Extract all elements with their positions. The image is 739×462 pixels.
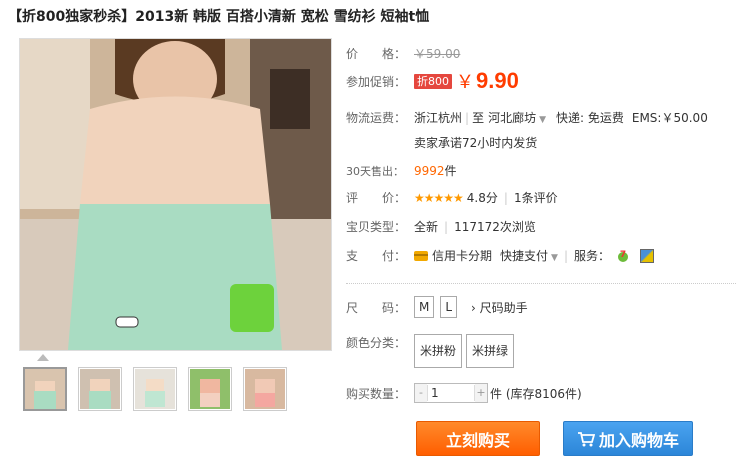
size-helper-link[interactable]: › 尺码助手 bbox=[471, 299, 528, 316]
quantity-stepper: - + bbox=[414, 383, 488, 403]
currency-symbol: ￥ bbox=[456, 72, 474, 93]
original-price-row: 价 格： ￥59.00 bbox=[346, 45, 460, 62]
thumbnail-strip bbox=[23, 367, 287, 411]
seven-day-return-icon[interactable]: 7 bbox=[616, 249, 630, 263]
ship-promise: 卖家承诺72小时内发货 bbox=[414, 136, 538, 150]
add-to-cart-label: 加入购物车 bbox=[598, 430, 679, 450]
size-option-l[interactable]: L bbox=[440, 296, 458, 318]
ship-to-select[interactable]: 河北廊坊 ▼ bbox=[488, 109, 546, 126]
credit-installment[interactable]: 信用卡分期 bbox=[432, 247, 492, 264]
size-row: 尺 码： M L › 尺码助手 bbox=[346, 296, 528, 318]
guarantee-icon[interactable] bbox=[640, 248, 655, 263]
sales-unit: 件 bbox=[444, 164, 457, 178]
stock-info: 件 (库存8106件) bbox=[490, 386, 582, 401]
ship-promise-row: 卖家承诺72小时内发货 bbox=[414, 134, 537, 151]
payment-label: 支 付： bbox=[346, 249, 407, 263]
main-product-photo bbox=[19, 38, 332, 351]
buy-now-button[interactable]: 立刻购买 bbox=[416, 421, 540, 456]
type-label: 宝贝类型： bbox=[346, 220, 407, 234]
payment-row: 支 付： 信用卡分期 快捷支付 ▼ | 服务： 7 bbox=[346, 247, 655, 264]
thumbnail-5[interactable] bbox=[243, 367, 287, 411]
sales-label: 30天售出： bbox=[346, 164, 404, 178]
size-option-m[interactable]: M bbox=[414, 296, 435, 318]
thumb-indicator-icon bbox=[37, 354, 49, 361]
thumbnail-2[interactable] bbox=[78, 367, 122, 411]
color-option-pink[interactable]: 米拼粉 bbox=[414, 334, 463, 368]
promo-price-row: 参加促销： 折800 ￥ 9.90 bbox=[346, 68, 519, 94]
ship-to-prefix: 至 bbox=[472, 111, 485, 125]
color-option-green[interactable]: 米拼绿 bbox=[466, 334, 515, 368]
quick-pay-select[interactable]: 快捷支付 ▼ bbox=[500, 247, 558, 264]
service-label: 服务： bbox=[574, 249, 611, 263]
thumbnail-3[interactable] bbox=[133, 367, 177, 411]
rating-row: 评 价： ★★★★★ 4.8分 | 1条评价 bbox=[346, 189, 558, 206]
credit-card-icon bbox=[414, 250, 428, 261]
original-price: ￥59.00 bbox=[414, 47, 461, 61]
quantity-input[interactable] bbox=[427, 385, 475, 401]
quantity-increase-button[interactable]: + bbox=[475, 384, 487, 402]
svg-text:7: 7 bbox=[620, 250, 626, 260]
rating-stars-icon: ★★★★★ bbox=[414, 190, 464, 205]
add-to-cart-button[interactable]: 加入购物车 bbox=[563, 421, 693, 456]
ship-to: 河北廊坊 bbox=[488, 111, 537, 125]
buy-now-label: 立刻购买 bbox=[445, 430, 510, 450]
rating-score: 4.8分 bbox=[466, 191, 498, 205]
promo-label: 参加促销： bbox=[346, 74, 407, 89]
view-count: 117172次浏览 bbox=[454, 220, 536, 234]
quantity-decrease-button[interactable]: - bbox=[415, 384, 427, 402]
product-title: 【折800独家秒杀】2013新 韩版 百搭小清新 宽松 雪纺衫 短袖t恤 bbox=[8, 9, 430, 25]
cart-icon bbox=[577, 431, 595, 446]
price-label: 价 格： bbox=[346, 47, 407, 61]
chevron-down-icon: ▼ bbox=[539, 115, 547, 125]
quick-pay: 快捷支付 bbox=[500, 249, 549, 263]
type-row: 宝贝类型： 全新 | 117172次浏览 bbox=[346, 219, 536, 235]
chevron-down-icon: ▼ bbox=[551, 253, 558, 263]
item-condition: 全新 bbox=[414, 220, 439, 234]
thumbnail-1[interactable] bbox=[23, 367, 67, 411]
sales-count: 9992 bbox=[414, 163, 445, 178]
current-price: 9.90 bbox=[476, 68, 519, 93]
promo-badge: 折800 bbox=[414, 73, 452, 89]
sales-row: 30天售出： 9992 件 bbox=[346, 162, 457, 179]
rating-label: 评 价： bbox=[346, 191, 407, 205]
express-fee: 快递: 免运费 bbox=[556, 111, 624, 125]
quantity-label: 购买数量： bbox=[346, 386, 407, 401]
shipping-row: 物流运费： 浙江杭州 | 至 河北廊坊 ▼ 快递: 免运费 EMS:￥50.00 bbox=[346, 109, 708, 126]
quantity-row: 购买数量： - + 件 (库存8106件) bbox=[346, 383, 582, 403]
thumbnail-4[interactable] bbox=[188, 367, 232, 411]
ems-fee: EMS:￥50.00 bbox=[631, 111, 708, 125]
color-label: 颜色分类： bbox=[346, 336, 407, 350]
color-row: 颜色分类： 米拼粉 米拼绿 bbox=[346, 334, 518, 368]
review-link[interactable]: 1条评价 bbox=[514, 189, 558, 206]
size-label: 尺 码： bbox=[346, 300, 407, 315]
shipping-label: 物流运费： bbox=[346, 111, 407, 125]
ship-from: 浙江杭州 bbox=[414, 111, 463, 125]
divider bbox=[346, 283, 736, 284]
